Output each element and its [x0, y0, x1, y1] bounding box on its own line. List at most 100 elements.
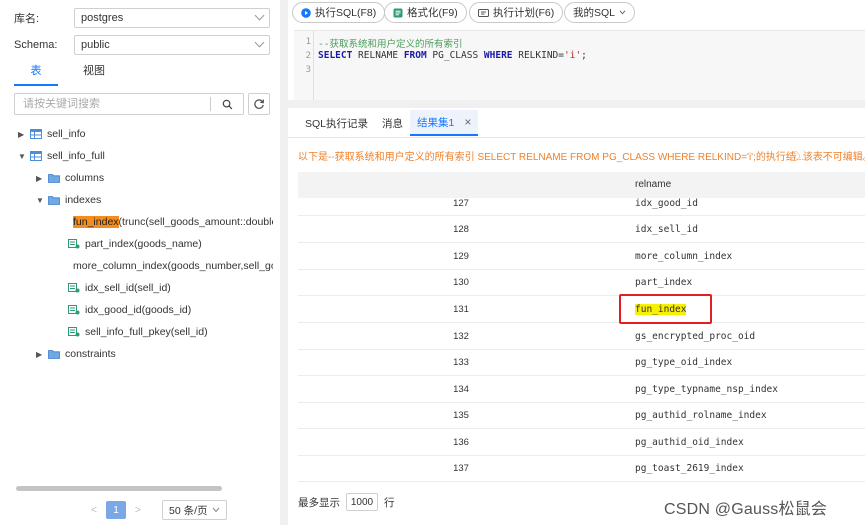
expand-arrow-icon[interactable]: ▶: [18, 130, 30, 139]
table-row-highlighted[interactable]: 131 fun_index: [298, 296, 865, 323]
sql-text: ;: [581, 50, 587, 61]
schema-select[interactable]: public: [74, 35, 270, 55]
table-row[interactable]: 136 pg_authid_oid_index: [298, 429, 865, 456]
table-icon: [30, 151, 42, 161]
prev-page-icon[interactable]: <: [88, 504, 100, 516]
index-icon: [68, 283, 80, 293]
folder-icon: [48, 174, 60, 183]
sql-string: 'i': [564, 50, 582, 61]
database-row: 库名: postgres: [14, 8, 274, 28]
tab-underline: [288, 137, 865, 138]
watermark: CSDN @Gauss松鼠会: [664, 501, 828, 518]
code-line-query: SELECT RELNAME FROM PG_CLASS WHERE RELKI…: [318, 50, 587, 61]
cell-relname: part_index: [635, 277, 693, 288]
cell-relname: more_column_index: [635, 251, 733, 262]
max-rows-input[interactable]: 1000: [346, 493, 378, 511]
format-button[interactable]: 格式化(F9): [384, 2, 467, 23]
cell-relname: pg_toast_2619_index: [635, 463, 744, 474]
table-row[interactable]: 134 pg_type_typname_nsp_index: [298, 376, 865, 403]
row-number: 130: [453, 277, 469, 288]
tree-node-pkey[interactable]: sell_info_full_pkey(sell_id): [68, 322, 208, 342]
tree-node-columns[interactable]: ▶ columns: [36, 168, 104, 188]
table-row[interactable]: 135 pg_authid_rolname_index: [298, 402, 865, 429]
row-number: 134: [453, 384, 469, 395]
tab-result-set-1[interactable]: 结果集1 ×: [410, 110, 479, 136]
table-icon: [30, 129, 42, 139]
tree-node-label: sell_info: [47, 128, 86, 140]
refresh-button[interactable]: [248, 93, 270, 115]
collapse-arrow-icon[interactable]: ▼: [36, 196, 48, 205]
table-row[interactable]: 137 pg_toast_2619_index: [298, 455, 865, 482]
chevron-down-icon: [619, 10, 626, 15]
column-header-relname[interactable]: relname: [635, 179, 671, 190]
sql-keyword: FROM: [403, 50, 427, 61]
schema-value: public: [81, 39, 110, 51]
tree-node-label: idx_sell_id(sell_id): [85, 282, 171, 294]
index-icon: [68, 239, 80, 249]
tree-node-label: sell_info_full: [47, 150, 105, 162]
tree-node-label: indexes: [65, 194, 102, 206]
cell-relname: pg_type_typname_nsp_index: [635, 384, 778, 395]
tab-tables[interactable]: 表: [14, 62, 58, 86]
tree-node-idx-good-id[interactable]: idx_good_id(goods_id): [68, 300, 191, 320]
tree-node-idx-sell-id[interactable]: idx_sell_id(sell_id): [68, 278, 171, 298]
row-number: 132: [453, 331, 469, 342]
folder-icon: [48, 196, 60, 205]
row-number: 127: [453, 198, 469, 209]
collapse-arrow-icon[interactable]: ▼: [18, 152, 30, 161]
tree-node-fun-index[interactable]: fun_index (trunc(sell_goods_amount::doubl…: [68, 212, 273, 232]
result-tabs: SQL执行记录 消息 结果集1 ×: [298, 110, 479, 136]
folder-icon: [48, 350, 60, 359]
tab-views[interactable]: 视图: [72, 62, 116, 86]
expand-arrow-icon[interactable]: ▶: [36, 174, 48, 183]
table-row[interactable]: 128 idx_sell_id: [298, 216, 865, 243]
run-sql-button[interactable]: 执行SQL(F8): [292, 2, 386, 23]
tree-node-indexes[interactable]: ▼ indexes: [36, 190, 101, 210]
result-notice-text: 以下是--获取系统和用户定义的所有索引 SELECT RELNAME FROM …: [298, 152, 805, 163]
table-row[interactable]: 133 pg_type_oid_index: [298, 349, 865, 376]
database-select[interactable]: postgres: [74, 8, 270, 28]
tree-node-constraints[interactable]: ▶ constraints: [36, 344, 116, 364]
cell-relname: pg_authid_oid_index: [635, 437, 744, 448]
sql-workspace: 执行SQL(F8) 格式化(F9) 执行计划(F6) 我的SQL 1 2 3 -…: [288, 0, 865, 525]
close-icon[interactable]: ×: [464, 115, 471, 129]
table-row[interactable]: 130 part_index: [298, 269, 865, 296]
sql-editor[interactable]: 1 2 3 --获取系统和用户定义的所有索引 SELECT RELNAME FR…: [294, 30, 865, 101]
row-number: 131: [453, 304, 469, 315]
table-row[interactable]: 129 more_column_index: [298, 243, 865, 270]
editor-result-divider[interactable]: [288, 100, 865, 108]
database-label: 库名:: [14, 13, 40, 25]
my-sql-dropdown[interactable]: 我的SQL: [564, 2, 636, 23]
sql-keyword: WHERE: [483, 50, 513, 61]
expand-arrow-icon[interactable]: ▶: [36, 350, 48, 359]
tree-node-sell-info[interactable]: ▶ sell_info: [18, 124, 86, 144]
current-page[interactable]: 1: [106, 501, 126, 519]
cell-relname: pg_type_oid_index: [635, 357, 733, 368]
tree-node-more-column-index[interactable]: more_column_index(goods_number,sell_goo: [68, 256, 273, 276]
tree-node-label: columns: [65, 172, 105, 184]
next-page-icon[interactable]: >: [132, 504, 144, 516]
horizontal-scrollbar[interactable]: [16, 486, 222, 491]
tree-node-sell-info-full[interactable]: ▼ sell_info_full: [18, 146, 105, 166]
execution-plan-button[interactable]: 执行计划(F6): [469, 2, 564, 23]
table-row[interactable]: 127 idx_good_id: [298, 190, 865, 216]
code-line-comment: --获取系统和用户定义的所有索引: [318, 36, 462, 50]
tree-node-part-index[interactable]: part_index(goods_name): [68, 234, 202, 254]
table-row[interactable]: 132 gs_encrypted_proc_oid: [298, 323, 865, 350]
row-number: 129: [453, 251, 469, 262]
search-button[interactable]: [211, 94, 243, 114]
search-input[interactable]: [15, 95, 211, 113]
search-icon: [222, 99, 232, 109]
page-size-select[interactable]: 50 条/页: [162, 500, 227, 520]
result-grid: relname 127 idx_good_id 128 idx_sell_id …: [298, 172, 865, 482]
tab-messages[interactable]: 消息: [375, 110, 410, 136]
line-number: 1: [305, 37, 311, 47]
chevron-down-icon: [254, 10, 265, 21]
cell-relname: idx_sell_id: [635, 224, 698, 235]
sql-text: RELNAME: [352, 50, 404, 61]
tab-sql-history[interactable]: SQL执行记录: [298, 110, 375, 136]
run-sql-label: 执行SQL(F8): [315, 7, 377, 19]
panel-divider[interactable]: [280, 0, 288, 525]
max-rows-control: 最多显示 1000 行: [298, 493, 395, 511]
line-number: 3: [305, 65, 311, 75]
